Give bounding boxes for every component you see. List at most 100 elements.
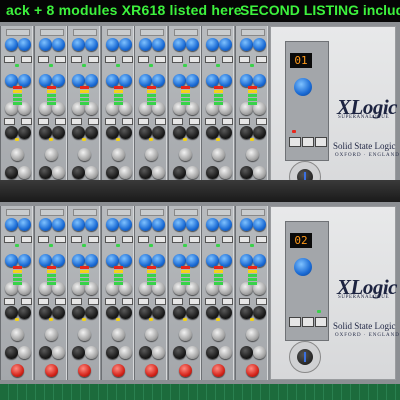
switch-button[interactable] [88,298,99,305]
rotary-knob[interactable] [44,148,58,161]
rotary-knob[interactable] [252,218,266,231]
rotary-knob[interactable] [172,166,186,179]
rotary-knob[interactable] [85,346,98,359]
rotary-knob[interactable] [206,38,219,51]
rotary-knob[interactable] [152,38,165,51]
rotary-knob[interactable] [219,166,232,179]
rotary-knob[interactable] [139,166,152,179]
rotary-knob[interactable] [85,306,98,319]
rotary-knob[interactable] [145,364,158,377]
switch-button[interactable] [238,236,250,243]
switch-button[interactable] [205,118,216,125]
switch-button[interactable] [4,118,15,125]
rotary-knob[interactable] [51,126,65,139]
panel-button[interactable] [315,137,327,147]
rotary-knob[interactable] [239,218,253,231]
rotary-knob[interactable] [145,148,158,161]
switch-button[interactable] [238,118,250,125]
rotary-knob[interactable] [118,346,132,359]
rotary-knob[interactable] [252,38,266,51]
rotary-knob[interactable] [172,38,186,51]
switch-button[interactable] [104,236,116,243]
switch-button[interactable] [121,298,133,305]
switch-button[interactable] [88,118,99,125]
rotary-knob[interactable] [18,346,31,359]
switch-button[interactable] [88,56,99,63]
rotary-knob[interactable] [111,364,125,377]
switch-button[interactable] [37,56,49,63]
rotary-knob[interactable] [105,346,119,359]
switch-button[interactable] [4,298,15,305]
select-knob[interactable] [294,78,312,96]
rotary-knob[interactable] [105,218,119,231]
switch-button[interactable] [138,298,149,305]
switch-button[interactable] [121,56,133,63]
rotary-knob[interactable] [219,38,232,51]
rotary-knob[interactable] [5,346,18,359]
rotary-knob[interactable] [38,218,52,231]
switch-button[interactable] [21,56,32,63]
rotary-knob[interactable] [18,306,31,319]
switch-button[interactable] [255,236,267,243]
rotary-knob[interactable] [239,38,253,51]
switch-button[interactable] [21,118,32,125]
rotary-knob[interactable] [44,328,58,341]
rotary-knob[interactable] [152,126,165,139]
rotary-knob[interactable] [178,148,192,161]
switch-button[interactable] [171,298,183,305]
rotary-knob[interactable] [185,166,199,179]
switch-button[interactable] [205,298,216,305]
rotary-knob[interactable] [5,218,18,231]
rotary-knob[interactable] [245,148,259,161]
rotary-knob[interactable] [245,328,259,341]
rotary-knob[interactable] [139,218,152,231]
switch-button[interactable] [71,236,82,243]
rotary-knob[interactable] [145,328,158,341]
switch-button[interactable] [104,118,116,125]
rotary-knob[interactable] [18,218,31,231]
switch-button[interactable] [88,236,99,243]
switch-button[interactable] [54,298,66,305]
switch-button[interactable] [188,56,200,63]
rotary-knob[interactable] [18,126,31,139]
rotary-knob[interactable] [85,38,98,51]
rotary-knob[interactable] [212,328,225,341]
rotary-knob[interactable] [72,218,85,231]
rotary-knob[interactable] [18,38,31,51]
rotary-knob[interactable] [85,166,98,179]
rotary-knob[interactable] [152,166,165,179]
rotary-knob[interactable] [118,166,132,179]
rotary-knob[interactable] [239,346,253,359]
rotary-knob[interactable] [105,166,119,179]
rotary-knob[interactable] [245,364,259,377]
rotary-knob[interactable] [185,126,199,139]
select-knob[interactable] [294,258,312,276]
rotary-knob[interactable] [51,38,65,51]
rotary-knob[interactable] [38,166,52,179]
rotary-knob[interactable] [252,126,266,139]
rotary-knob[interactable] [11,364,24,377]
switch-button[interactable] [71,298,82,305]
rotary-knob[interactable] [111,148,125,161]
switch-button[interactable] [255,118,267,125]
rotary-knob[interactable] [219,126,232,139]
switch-button[interactable] [155,118,166,125]
switch-button[interactable] [121,236,133,243]
rotary-knob[interactable] [152,306,165,319]
switch-button[interactable] [171,118,183,125]
rotary-knob[interactable] [105,38,119,51]
rotary-knob[interactable] [252,346,266,359]
switch-button[interactable] [138,118,149,125]
switch-button[interactable] [155,56,166,63]
rotary-knob[interactable] [78,148,91,161]
rotary-knob[interactable] [85,218,98,231]
panel-button[interactable] [289,317,301,327]
switch-button[interactable] [205,236,216,243]
switch-button[interactable] [37,236,49,243]
switch-button[interactable] [255,56,267,63]
rotary-knob[interactable] [51,166,65,179]
switch-button[interactable] [54,118,66,125]
switch-button[interactable] [238,298,250,305]
rotary-knob[interactable] [139,38,152,51]
rotary-knob[interactable] [185,38,199,51]
